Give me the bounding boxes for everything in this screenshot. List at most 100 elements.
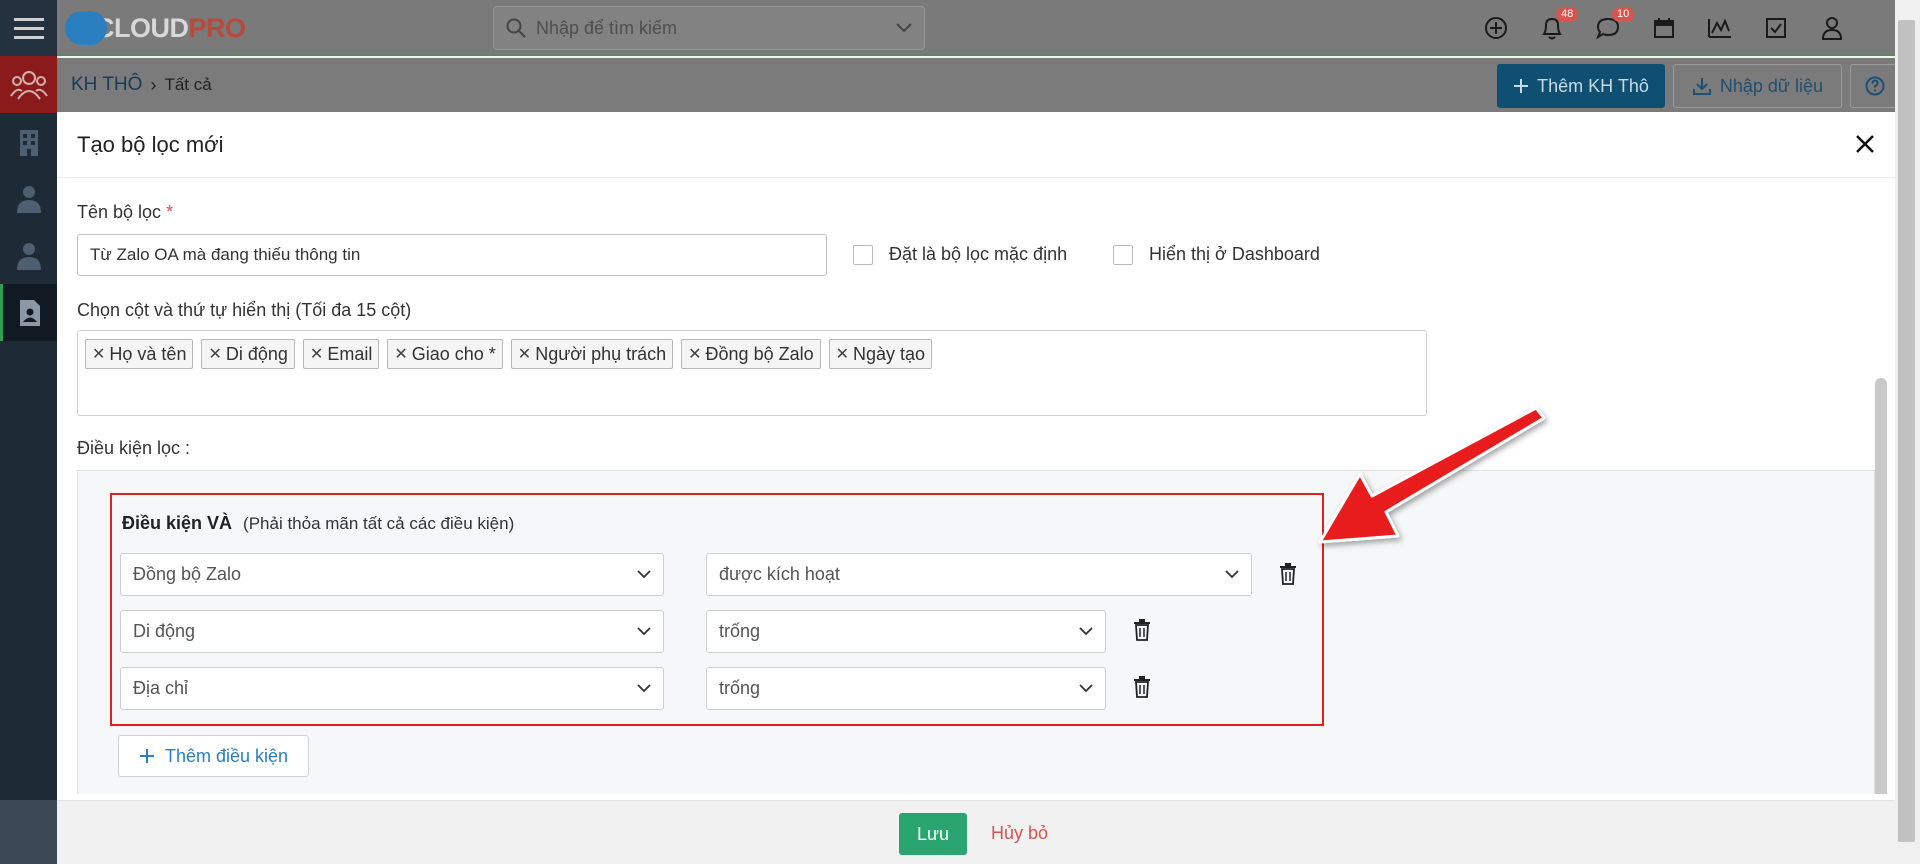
checkbox-checked-icon xyxy=(1766,18,1786,38)
module-actions: Thêm KH Thô Nhập dữ liệu xyxy=(1497,64,1900,108)
column-tag-label: Giao cho * xyxy=(411,343,496,364)
chevron-down-icon xyxy=(1225,570,1239,579)
add-raw-lead-button[interactable]: Thêm KH Thô xyxy=(1497,64,1665,108)
user-icon xyxy=(16,242,41,270)
breadcrumb-module[interactable]: KH THÔ xyxy=(71,74,142,96)
condition-field-select[interactable]: Địa chỉ xyxy=(120,667,664,710)
sidebar-item-customers[interactable] xyxy=(0,227,57,284)
remove-tag-icon[interactable]: ✕ xyxy=(92,344,105,364)
save-button[interactable]: Lưu xyxy=(899,813,967,855)
close-modal-button[interactable] xyxy=(1849,128,1881,160)
messages-button[interactable]: 10 xyxy=(1580,0,1636,56)
filter-name-value: Từ Zalo OA mà đang thiếu thông tin xyxy=(90,245,361,264)
remove-tag-icon[interactable]: ✕ xyxy=(518,344,531,364)
breadcrumb: KH THÔ › Tất cả xyxy=(71,58,212,112)
column-tag[interactable]: ✕ Di động xyxy=(201,339,295,369)
column-tag[interactable]: ✕ Ngày tạo xyxy=(828,339,933,369)
user-profile-button[interactable] xyxy=(1804,0,1860,56)
sidebar-item-raw-leads[interactable] xyxy=(0,284,57,341)
required-mark: * xyxy=(166,202,174,222)
show-on-dashboard-checkbox[interactable]: Hiển thị ở Dashboard xyxy=(1113,244,1320,265)
modal-scrollbar[interactable] xyxy=(1875,378,1887,794)
tasks-button[interactable] xyxy=(1748,0,1804,56)
delete-condition-button[interactable] xyxy=(1130,674,1154,700)
cloudpro-logo[interactable]: CLOUDPRO xyxy=(65,6,246,50)
annotation-arrow-icon xyxy=(1318,406,1546,544)
column-tag[interactable]: ✕ Người phụ trách xyxy=(510,339,674,369)
delete-condition-button[interactable] xyxy=(1276,561,1300,587)
checkbox-unchecked-icon[interactable] xyxy=(1113,244,1133,265)
cloud-icon xyxy=(65,11,107,45)
help-circle-icon xyxy=(1865,76,1885,96)
remove-tag-icon[interactable]: ✕ xyxy=(208,344,221,364)
user-icon xyxy=(1821,17,1843,40)
sidebar-item-contacts[interactable] xyxy=(0,56,57,113)
condition-operator-value: trống xyxy=(719,621,761,641)
calendar-button[interactable] xyxy=(1636,0,1692,56)
column-tag-label: Email xyxy=(327,343,373,364)
columns-label: Chọn cột và thứ tự hiển thị (Tối đa 15 c… xyxy=(77,300,412,320)
modal-title: Tạo bộ lọc mới xyxy=(77,131,224,157)
breadcrumb-current[interactable]: Tất cả xyxy=(164,75,211,95)
sidebar-item-leads[interactable] xyxy=(0,170,57,227)
delete-condition-button[interactable] xyxy=(1130,617,1154,643)
help-button[interactable] xyxy=(1850,64,1900,108)
chevron-down-icon xyxy=(1079,627,1093,636)
remove-tag-icon[interactable]: ✕ xyxy=(688,344,701,364)
condition-field-select[interactable]: Đồng bộ Zalo xyxy=(120,553,664,596)
trash-icon xyxy=(1280,563,1296,585)
columns-multiselect[interactable]: ✕ Họ và tên ✕ Di động ✕ Email ✕ Giao cho * ✕… xyxy=(77,330,1427,416)
page-scrollbar-thumb[interactable] xyxy=(1898,20,1915,842)
import-data-label: Nhập dữ liệu xyxy=(1719,75,1823,96)
default-filter-label: Đặt là bộ lọc mặc định xyxy=(889,244,1068,264)
default-filter-checkbox[interactable]: Đặt là bộ lọc mặc định xyxy=(853,244,1067,265)
trash-icon xyxy=(1134,676,1150,698)
sidebar-item-organizations[interactable] xyxy=(0,113,57,170)
column-tag[interactable]: ✕ Giao cho * xyxy=(387,339,503,369)
notifications-button[interactable]: 48 xyxy=(1524,0,1580,56)
modal-header: Tạo bộ lọc mới xyxy=(57,112,1895,178)
chart-line-icon xyxy=(1708,18,1731,38)
chevron-down-icon[interactable] xyxy=(896,23,912,33)
add-condition-button[interactable]: Thêm điều kiện xyxy=(118,735,310,777)
reports-button[interactable] xyxy=(1692,0,1748,56)
column-tag[interactable]: ✕ Đồng bộ Zalo xyxy=(681,339,821,369)
sidebar-footer xyxy=(0,800,57,864)
condition-operator-select[interactable]: trống xyxy=(706,667,1106,710)
trash-icon xyxy=(1134,619,1150,641)
column-tag[interactable]: ✕ Họ và tên xyxy=(85,339,194,369)
chevron-down-icon xyxy=(1079,684,1093,693)
column-tag[interactable]: ✕ Email xyxy=(302,339,380,369)
search-placeholder: Nhập để tìm kiếm xyxy=(536,17,678,38)
close-icon xyxy=(1856,135,1874,153)
filter-name-input[interactable]: Từ Zalo OA mà đang thiếu thông tin xyxy=(77,234,827,276)
checkbox-unchecked-icon[interactable] xyxy=(853,244,873,265)
message-count-badge: 10 xyxy=(1612,7,1635,22)
cancel-button[interactable]: Hủy bỏ xyxy=(991,823,1048,844)
column-tag-label: Di động xyxy=(225,343,288,364)
user-tie-icon xyxy=(16,185,41,213)
remove-tag-icon[interactable]: ✕ xyxy=(310,344,323,364)
import-data-button[interactable]: Nhập dữ liệu xyxy=(1672,64,1842,108)
logo-main-text: CLOUD xyxy=(95,12,189,43)
condition-operator-value: được kích hoạt xyxy=(719,564,840,584)
search-input[interactable]: Nhập để tìm kiếm xyxy=(493,6,925,50)
chevron-down-icon xyxy=(637,684,651,693)
condition-operator-select[interactable]: được kích hoạt xyxy=(706,553,1252,596)
remove-tag-icon[interactable]: ✕ xyxy=(836,344,849,364)
condition-operator-value: trống xyxy=(719,678,761,698)
top-header: CLOUDPRO Nhập để tìm kiếm 48 10 xyxy=(57,0,1900,56)
filter-name-label-text: Tên bộ lọc xyxy=(77,202,162,222)
notification-count-badge: 48 xyxy=(1556,7,1579,22)
page-scrollbar[interactable] xyxy=(1895,0,1920,864)
hamburger-menu-button[interactable] xyxy=(0,0,57,56)
and-conditions-group: Điều kiện VÀ (Phải thỏa mãn tất cả các đ… xyxy=(110,493,1324,726)
remove-tag-icon[interactable]: ✕ xyxy=(394,344,407,364)
quick-create-button[interactable] xyxy=(1468,0,1524,56)
condition-field-select[interactable]: Di động xyxy=(120,610,664,653)
condition-operator-select[interactable]: trống xyxy=(706,610,1106,653)
and-group-title: Điều kiện VÀ (Phải thỏa mãn tất cả các đ… xyxy=(122,513,514,534)
download-icon xyxy=(1692,78,1711,95)
header-actions: 48 10 xyxy=(1468,0,1860,56)
condition-field-value: Di động xyxy=(133,621,196,641)
